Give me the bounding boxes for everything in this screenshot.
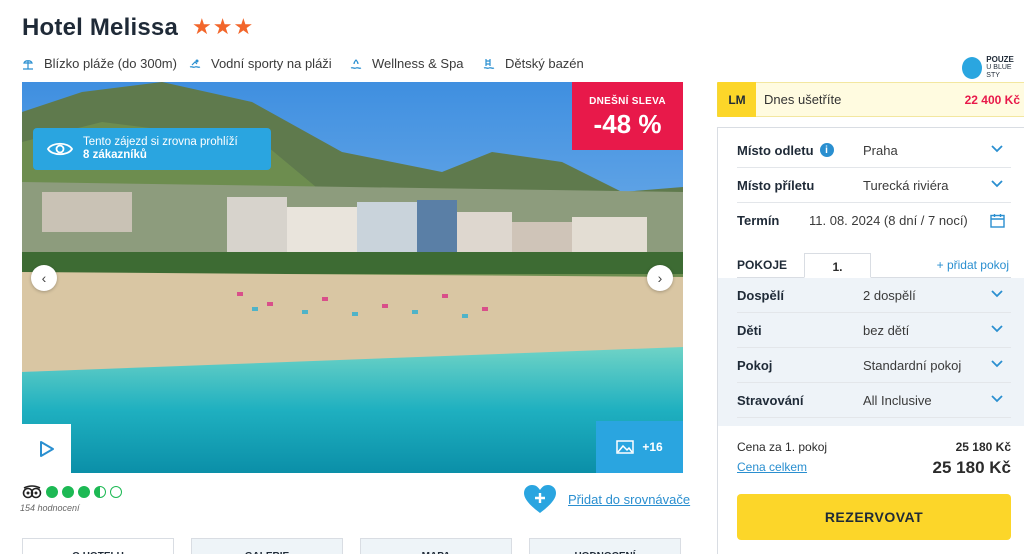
children-label: Děti: [737, 322, 762, 338]
price-room-label: Cena za 1. pokoj: [737, 440, 828, 454]
term-label: Termín: [737, 213, 780, 228]
spa-icon: [350, 58, 362, 69]
crown-icon: [962, 56, 983, 79]
hotel-tabs: O HOTELU GALERIE MAPA HODNOCENÍ: [22, 538, 681, 554]
arrival-label: Místo příletu: [737, 177, 815, 193]
chevron-down-icon: [991, 325, 1003, 333]
price-per-room: Cena za 1. pokoj 25 180 Kč: [737, 440, 1011, 454]
play-icon: [39, 440, 54, 457]
tab-galerie[interactable]: GALERIE: [191, 538, 343, 554]
lastminute-banner: LM Dnes ušetříte 22 400 Kč: [717, 82, 1024, 117]
tab-o-hotelu[interactable]: O HOTELU: [22, 538, 174, 554]
heart-plus-icon: [524, 485, 556, 513]
departure-label: Místo odletu: [737, 142, 814, 158]
arrival-select[interactable]: Místo příletu Turecká riviéra: [737, 168, 1011, 203]
lm-badge: LM: [718, 82, 756, 117]
kids-pool-icon: [483, 58, 495, 69]
star-rating: ★★★: [192, 14, 255, 39]
beach-icon: [23, 59, 33, 70]
children-value: bez dětí: [863, 322, 910, 338]
term-select[interactable]: Termín 11. 08. 2024 (8 dní / 7 nocí): [737, 203, 1011, 238]
discount-label: DNEŠNÍ SLEVA: [589, 96, 666, 107]
prev-photo-button[interactable]: ‹: [31, 265, 57, 291]
departure-value: Praha: [863, 142, 898, 158]
amenity-label: Vodní sporty na pláži: [211, 56, 332, 71]
calendar-icon: [990, 214, 1005, 228]
room-value: Standardní pokoj: [863, 357, 962, 373]
hotel-title: Hotel Melissa: [22, 14, 178, 41]
term-value: 11. 08. 2024 (8 dní / 7 nocí): [809, 213, 968, 228]
room-details: Dospělí 2 dospělí Děti bez dětí Pokoj St…: [718, 278, 1024, 426]
tab-hodnoceni[interactable]: HODNOCENÍ: [529, 538, 681, 554]
viewers-text: Tento zájezd si zrovna prohlíží: [83, 136, 238, 148]
viewers-notice: Tento zájezd si zrovna prohlíží 8 zákazn…: [33, 128, 271, 170]
adults-label: Dospělí: [737, 287, 784, 303]
rating-dot: [62, 486, 74, 498]
room-tab-1[interactable]: 1.: [804, 253, 871, 278]
rating-dot: [46, 486, 58, 498]
booking-panel: Místo odletu i Praha Místo příletu Tureck…: [717, 127, 1024, 554]
viewers-count: 8 zákazníků: [83, 149, 147, 161]
amenity-beach: Blízko pláže (do 300m): [22, 56, 177, 71]
amenity-kids-pool: Dětský bazén: [483, 56, 584, 71]
room-label: Pokoj: [737, 357, 773, 373]
arrival-value: Turecká riviéra: [863, 177, 949, 193]
image-icon: [616, 440, 635, 454]
adults-value: 2 dospělí: [863, 287, 916, 303]
gallery-count: +16: [642, 440, 663, 454]
adults-select[interactable]: Dospělí 2 dospělí: [737, 278, 1011, 313]
review-count: 154 hodnocení: [20, 503, 80, 513]
departure-select[interactable]: Místo odletu i Praha: [737, 133, 1011, 168]
chevron-down-icon: [991, 360, 1003, 368]
rating-dot: [78, 486, 90, 498]
amenity-label: Wellness & Spa: [372, 56, 464, 71]
add-room-link[interactable]: + přidat pokoj: [937, 258, 1009, 272]
price-total: Cena celkem 25 180 Kč: [737, 458, 1011, 477]
price-total-value: 25 180 Kč: [932, 458, 1011, 477]
board-value: All Inclusive: [863, 392, 932, 408]
add-to-compare[interactable]: Přidat do srovnávače: [523, 484, 690, 514]
chevron-down-icon: [991, 145, 1003, 153]
price-room-value: 25 180 Kč: [955, 440, 1011, 454]
compare-link[interactable]: Přidat do srovnávače: [568, 492, 690, 507]
swimmer-icon: [189, 59, 201, 68]
rooms-header: POKOJE 1. + přidat pokoj: [737, 253, 1011, 278]
reserve-button[interactable]: REZERVOVAT: [737, 494, 1011, 540]
info-icon[interactable]: i: [819, 143, 834, 157]
tab-mapa[interactable]: MAPA: [360, 538, 512, 554]
next-photo-button[interactable]: ›: [647, 265, 673, 291]
board-label: Stravování: [737, 392, 804, 408]
children-select[interactable]: Děti bez dětí: [737, 313, 1011, 348]
rating-dot: [110, 486, 122, 498]
exclusive-badge: POUZE U BLUE STY: [962, 55, 1024, 80]
exclusive-line2: U BLUE STY: [986, 64, 1012, 79]
lm-text: Dnes ušetříte: [764, 92, 842, 107]
chevron-down-icon: [991, 290, 1003, 298]
lm-savings: 22 400 Kč: [964, 92, 1020, 107]
exclusive-line1: POUZE: [986, 55, 1014, 64]
discount-badge: DNEŠNÍ SLEVA -48 %: [572, 82, 683, 150]
chevron-right-icon: ›: [657, 270, 663, 286]
amenity-water-sports: Vodní sporty na pláži: [189, 56, 332, 71]
rating-dot: [94, 486, 106, 498]
tripadvisor-icon: [22, 485, 42, 499]
discount-value: -48 %: [593, 109, 662, 139]
board-select[interactable]: Stravování All Inclusive: [737, 383, 1011, 418]
eye-icon: [47, 142, 73, 156]
room-type-select[interactable]: Pokoj Standardní pokoj: [737, 348, 1011, 383]
chevron-down-icon: [991, 180, 1003, 188]
play-video-button[interactable]: [22, 424, 71, 473]
price-total-link[interactable]: Cena celkem: [737, 460, 807, 474]
amenity-wellness: Wellness & Spa: [350, 56, 464, 71]
rooms-label: POKOJE: [737, 258, 788, 272]
chevron-left-icon: ‹: [41, 270, 47, 286]
amenity-label: Blízko pláže (do 300m): [44, 56, 177, 71]
chevron-down-icon: [991, 395, 1003, 403]
gallery-button[interactable]: +16: [596, 421, 683, 473]
tripadvisor-rating[interactable]: [22, 485, 122, 499]
amenity-label: Dětský bazén: [505, 56, 584, 71]
